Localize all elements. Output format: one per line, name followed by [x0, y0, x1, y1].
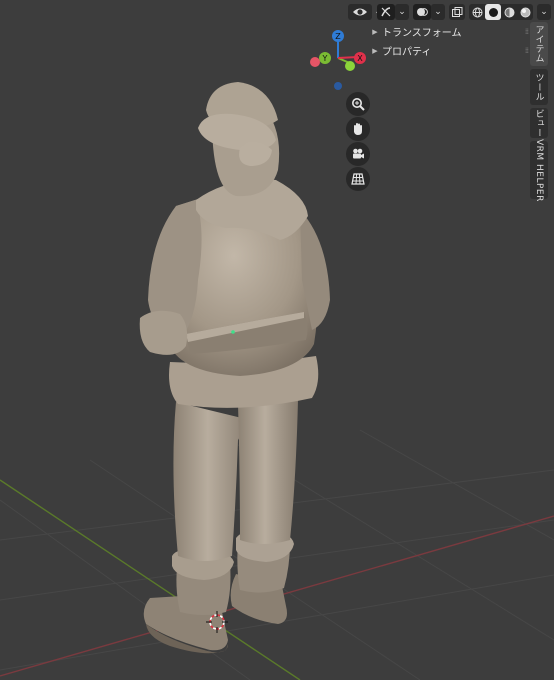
shading-mode-group[interactable]: [469, 4, 533, 20]
panel-section-transform[interactable]: ▶ トランスフォーム ⁞⁞: [368, 22, 529, 41]
3d-viewport[interactable]: Z Y X ⌄ ⌄ ⌄ ▶ トランスフォーム ⁞⁞ ▶ プロパティ ⁞⁞ アイテ…: [0, 0, 554, 680]
gizmo-neg-z[interactable]: [334, 82, 342, 90]
solid-shading-icon[interactable]: [485, 4, 501, 20]
sidebar-panel: ▶ トランスフォーム ⁞⁞ ▶ プロパティ ⁞⁞: [368, 22, 529, 60]
overlays-icon[interactable]: [413, 4, 431, 20]
ortho-grid-icon[interactable]: [346, 167, 370, 191]
xray-toggle[interactable]: [449, 4, 465, 20]
navigation-gizmo[interactable]: Z Y X: [310, 30, 366, 90]
material-preview-shading-icon[interactable]: [501, 4, 517, 20]
tab-label: VRM HELPER: [534, 138, 544, 202]
camera-icon[interactable]: [346, 142, 370, 166]
chevron-down-icon[interactable]: ⌄: [395, 4, 409, 20]
gizmo-x-label: X: [357, 54, 363, 63]
expand-triangle-icon: ▶: [372, 27, 378, 36]
gizmo-icon[interactable]: [377, 4, 395, 20]
gizmo-z-label: Z: [335, 32, 341, 41]
drag-handle-icon[interactable]: ⁞⁞: [525, 27, 529, 36]
panel-section-properties[interactable]: ▶ プロパティ ⁞⁞: [368, 41, 529, 60]
gizmo-toggle-group[interactable]: ⌄: [377, 4, 409, 20]
gizmo-neg-y[interactable]: [345, 61, 355, 71]
tab-vrm-helper[interactable]: VRM HELPER: [530, 138, 548, 202]
chevron-down-icon[interactable]: ⌄: [431, 4, 445, 20]
tab-view[interactable]: ビュー: [530, 108, 548, 138]
pan-hand-icon[interactable]: [346, 117, 370, 141]
xray-icon[interactable]: [449, 4, 465, 20]
character-model[interactable]: [139, 82, 330, 654]
eye-icon[interactable]: [348, 4, 372, 20]
tab-label: ツール: [533, 72, 544, 102]
panel-section-label: プロパティ: [382, 47, 432, 58]
sidebar-tabs: アイテム ツール ビュー VRM HELPER: [530, 22, 550, 202]
viewport-scene: Z Y X: [0, 30, 554, 680]
tab-label: ビュー: [533, 108, 544, 138]
overlays-group[interactable]: ⌄: [413, 4, 445, 20]
zoom-icon[interactable]: [346, 92, 370, 116]
tab-label: アイテム: [533, 25, 544, 63]
wireframe-shading-icon[interactable]: [469, 4, 485, 20]
chevron-down-icon[interactable]: ⌄: [537, 4, 551, 20]
gizmo-neg-x[interactable]: [310, 57, 320, 67]
expand-triangle-icon: ▶: [372, 46, 378, 55]
shading-options[interactable]: ⌄: [537, 4, 551, 20]
panel-section-label: トランスフォーム: [382, 28, 462, 39]
gizmo-y-label: Y: [322, 54, 328, 63]
tab-tool[interactable]: ツール: [530, 69, 548, 105]
drag-handle-icon[interactable]: ⁞⁞: [525, 46, 529, 55]
rendered-shading-icon[interactable]: [517, 4, 533, 20]
tab-item[interactable]: アイテム: [530, 22, 548, 66]
